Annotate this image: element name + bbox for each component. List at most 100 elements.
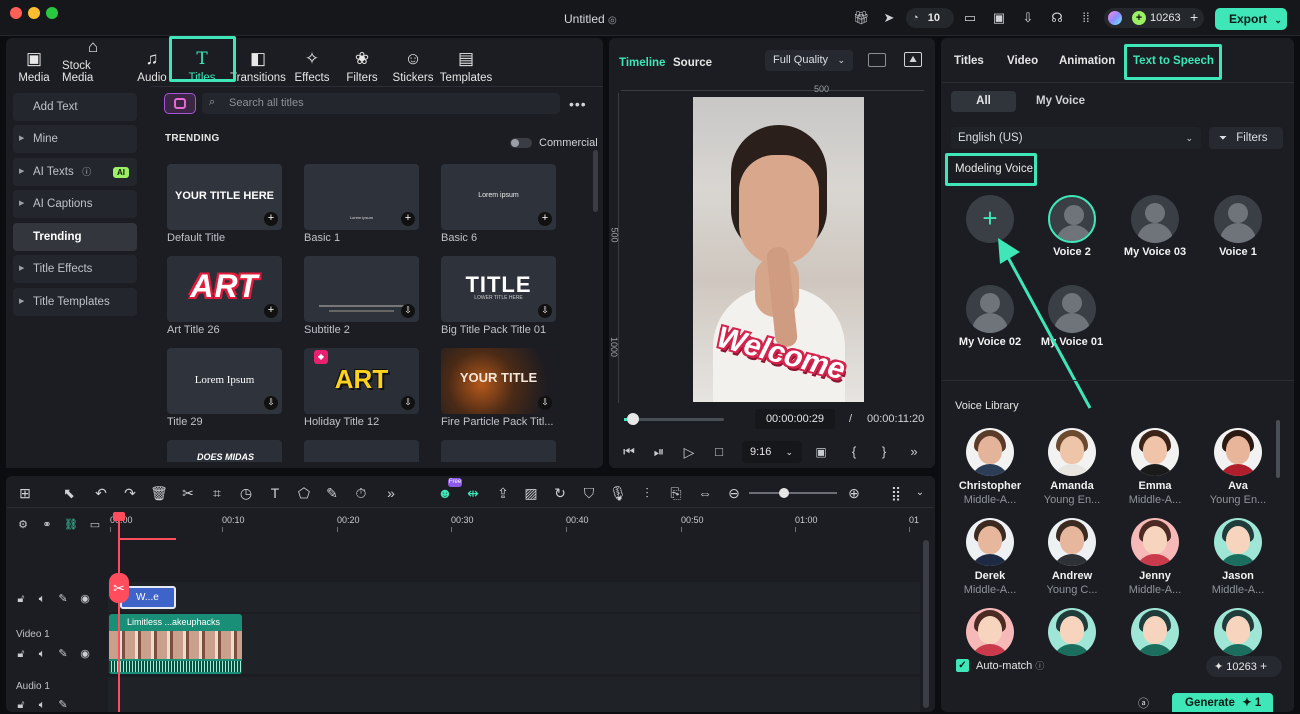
stabilize-icon[interactable]: ↻ xyxy=(551,484,569,502)
sidebar-item-trending[interactable]: Trending xyxy=(13,223,137,251)
layout-grid-icon[interactable]: ⣿ xyxy=(887,484,905,502)
volume-icon[interactable]: 🔈︎ xyxy=(35,592,49,606)
current-time[interactable]: 00:00:00:29 xyxy=(755,409,835,429)
add-credits-icon[interactable]: + xyxy=(1190,9,1198,25)
voice-illustrated-avatar[interactable] xyxy=(966,518,1014,566)
tab-titles[interactable]: Titles xyxy=(954,55,984,67)
step-forward-icon[interactable]: ⏯︎ xyxy=(652,445,666,459)
title-card-title-29[interactable]: Lorem Ipsum ⇩ xyxy=(167,348,282,414)
credits-badge[interactable]: ✦ 10263 + xyxy=(1206,656,1282,677)
credits-pill[interactable]: + 10263 + xyxy=(1104,8,1204,28)
volume-icon[interactable]: 🔈︎ xyxy=(35,647,49,661)
lock-icon[interactable]: 🔓︎ xyxy=(14,647,28,661)
eye-icon[interactable]: ◉ xyxy=(78,592,92,606)
voice-library-scrollbar[interactable] xyxy=(1276,420,1280,478)
lock-icon[interactable]: 🔓︎ xyxy=(14,698,28,712)
title-card-big-title-pack[interactable]: TITLE LOWER TITLE HERE ⇩ xyxy=(441,256,556,322)
fit-icon[interactable]: ⇔ xyxy=(696,484,714,502)
tab-stock-media[interactable]: ⌂ Stock Media xyxy=(62,38,124,85)
title-card-basic-1[interactable]: Lorem ipsum + xyxy=(304,164,419,230)
lock-icon[interactable]: 🔓︎ xyxy=(14,592,28,606)
gift-icon[interactable]: 🎁︎ xyxy=(853,10,870,26)
title-card-holiday-12[interactable]: ◆ ART ⇩ xyxy=(304,348,419,414)
redo-icon[interactable]: ↷ xyxy=(121,484,139,502)
magic-icon[interactable]: ✎ xyxy=(56,698,70,712)
title-card-subtitle-2[interactable]: ⇩ xyxy=(304,256,419,322)
sidebar-item-title-templates[interactable]: ▶ Title Templates xyxy=(13,288,137,316)
tab-effects[interactable]: ✧ Effects xyxy=(288,40,336,85)
timer-icon[interactable]: ⏱︎ xyxy=(352,484,370,502)
search-input[interactable]: ⌕ Search all titles xyxy=(202,93,560,114)
shape-icon[interactable]: ⬠ xyxy=(295,484,313,502)
tab-video[interactable]: Video xyxy=(1007,55,1038,67)
voice-illustrated-avatar[interactable] xyxy=(1131,608,1179,656)
voice-illustrated-avatar[interactable] xyxy=(1214,518,1262,566)
zoom-slider[interactable] xyxy=(749,488,837,498)
filter-all-button[interactable]: All xyxy=(951,91,1016,112)
stop-icon[interactable]: □ xyxy=(712,445,726,459)
tab-transitions[interactable]: ◧ Transitions xyxy=(230,40,286,85)
fullscreen-icon[interactable]: ▣ xyxy=(814,445,828,459)
sidebar-item-add-text[interactable]: Add Text xyxy=(13,93,137,121)
delete-icon[interactable]: 🗑︎ xyxy=(150,484,168,502)
voice-photo-avatar[interactable] xyxy=(966,428,1014,476)
settings-icon[interactable]: ⚙︎ xyxy=(16,518,30,532)
minimize-window-button[interactable] xyxy=(28,7,40,19)
eye-icon[interactable]: ◉ xyxy=(78,647,92,661)
voice-photo-avatar[interactable] xyxy=(1214,428,1262,476)
split-scissors-icon[interactable]: ✂︎ xyxy=(109,573,129,603)
chevron-down-icon[interactable]: ⌄ xyxy=(911,484,929,502)
track-add-icon[interactable]: ▭ xyxy=(88,518,102,532)
voice-illustrated-avatar[interactable] xyxy=(966,608,1014,656)
export-clip-icon[interactable]: ⇪ xyxy=(494,484,512,502)
cut-icon[interactable]: ✂︎ xyxy=(179,484,197,502)
undo-icon[interactable]: ↶ xyxy=(92,484,110,502)
grid-view-icon[interactable] xyxy=(868,53,886,67)
tab-audio[interactable]: ♫ Audio xyxy=(134,40,170,85)
layout-icon[interactable]: ▭ xyxy=(962,10,978,26)
title-card-basic-6[interactable]: Lorem ipsum + xyxy=(441,164,556,230)
tab-timeline[interactable]: Timeline xyxy=(619,57,665,69)
generate-button[interactable]: Generate ✦ 1 xyxy=(1172,693,1273,712)
mark-out-icon[interactable]: } xyxy=(877,445,891,459)
volume-icon[interactable]: 🔈︎ xyxy=(35,698,49,712)
ai-title-button[interactable] xyxy=(164,93,196,114)
tab-templates[interactable]: ▤ Templates xyxy=(440,40,492,85)
zoom-in-icon[interactable]: ⊕ xyxy=(845,484,863,502)
save-icon[interactable]: ▣ xyxy=(991,10,1007,26)
tab-source[interactable]: Source xyxy=(673,57,712,69)
title-card-fire-particle[interactable]: YOUR TITLE ⇩ xyxy=(441,348,556,414)
voice-avatar[interactable] xyxy=(1214,195,1262,243)
mic-icon[interactable]: 🎙︎ xyxy=(609,484,627,502)
export-button[interactable]: Export ⌄ xyxy=(1215,8,1287,30)
video-clip[interactable]: Limitless ...akeuphacks xyxy=(109,614,242,674)
auto-match-checkbox[interactable]: ✓ xyxy=(956,659,969,672)
title-card-art-26[interactable]: ART + xyxy=(167,256,282,322)
title-card-partial[interactable] xyxy=(441,440,556,462)
select-icon[interactable]: ⬉ xyxy=(60,484,78,502)
voice-illustrated-avatar[interactable] xyxy=(1048,518,1096,566)
magic-icon[interactable]: ✎ xyxy=(56,647,70,661)
title-card-default[interactable]: YOUR TITLE HERE + xyxy=(167,164,282,230)
sidebar-item-ai-texts[interactable]: ▶ AI Texts ⓘ AI xyxy=(13,158,137,186)
video-preview[interactable]: Welcome xyxy=(693,97,864,402)
more-controls-icon[interactable]: » xyxy=(907,445,921,459)
tab-media[interactable]: ▣ Media xyxy=(14,40,54,85)
crop-icon[interactable]: ⌗ xyxy=(208,484,226,502)
mark-in-icon[interactable]: { xyxy=(847,445,861,459)
close-window-button[interactable] xyxy=(10,7,22,19)
playhead[interactable] xyxy=(118,512,120,712)
filter-my-voice-button[interactable]: My Voice xyxy=(1036,95,1085,107)
image-icon[interactable]: ▨ xyxy=(522,484,540,502)
library-scrollbar[interactable] xyxy=(593,150,598,212)
avatar[interactable] xyxy=(1108,11,1122,25)
timeline-scrollbar[interactable] xyxy=(923,540,929,708)
tab-filters[interactable]: ❀ Filters xyxy=(344,40,380,85)
grid-icon[interactable]: ⊞ xyxy=(16,484,34,502)
more-options-icon[interactable]: ••• xyxy=(569,96,587,112)
previous-frame-icon[interactable]: ⏮︎ xyxy=(622,445,636,459)
more-icon[interactable]: » xyxy=(382,484,400,502)
shield-icon[interactable]: ⛉ xyxy=(580,484,598,502)
aspect-ratio-select[interactable]: 9:16 ⌄ xyxy=(742,441,802,463)
sidebar-item-ai-captions[interactable]: ▶ AI Captions xyxy=(13,190,137,218)
